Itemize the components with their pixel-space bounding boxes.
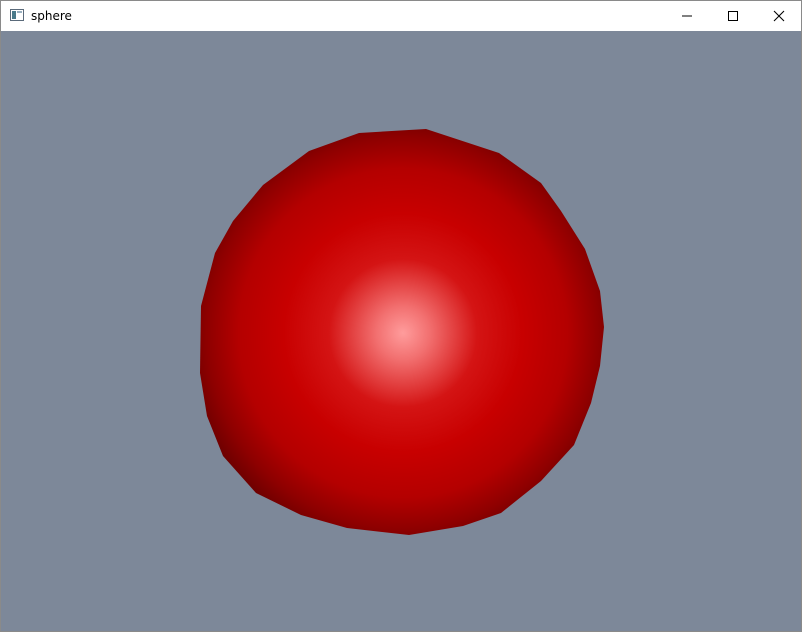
minimize-icon [682, 15, 692, 17]
render-viewport[interactable] [1, 31, 801, 631]
close-button[interactable] [756, 1, 801, 31]
window-title: sphere [31, 9, 72, 23]
maximize-button[interactable] [710, 1, 756, 31]
app-window-icon [10, 9, 24, 21]
title-bar[interactable]: sphere [1, 1, 801, 31]
minimize-button[interactable] [664, 1, 710, 31]
close-icon [773, 10, 785, 22]
app-window: sphere [0, 0, 802, 632]
scene-canvas [200, 129, 604, 535]
sphere [200, 129, 604, 535]
maximize-icon [728, 11, 738, 21]
